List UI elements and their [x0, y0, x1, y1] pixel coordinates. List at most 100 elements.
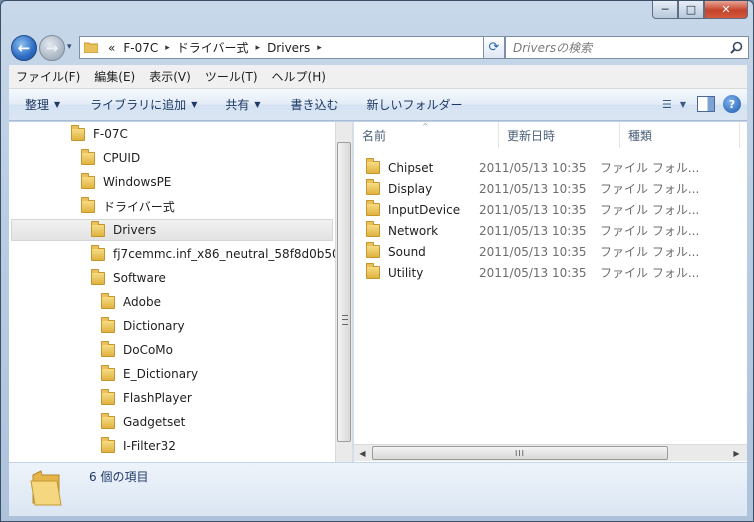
change-view-button[interactable]: ☰ ▼ [659, 94, 689, 114]
menu-bar: ファイル(F) 編集(E) 表示(V) ツール(T) ヘルプ(H) [9, 65, 747, 89]
file-modified: 2011/05/13 10:35 [479, 265, 587, 280]
menu-file[interactable]: ファイル(F) [9, 68, 87, 85]
maximize-button[interactable]: □ [678, 1, 704, 19]
burn-label: 書き込む [290, 98, 339, 112]
tree-item-software[interactable]: Software [91, 267, 166, 289]
tree-item-label: fj7cemmc.inf_x86_neutral_58f8d0b500 [113, 247, 335, 261]
folder-icon [366, 242, 380, 258]
grip-icon [342, 315, 348, 325]
tree-item-cpuid[interactable]: CPUID [81, 147, 140, 169]
tree-item-i-filter32[interactable]: I-Filter32 [101, 435, 176, 457]
tree-item-e-dictionary[interactable]: E_Dictionary [101, 363, 198, 385]
sort-ascending-icon: ^ [422, 122, 429, 131]
column-header-type[interactable]: 種類 [620, 122, 740, 148]
folder-icon [91, 244, 105, 261]
content-area: F-07C CPUID WindowsPE ドライバー式 Drivers fj7… [9, 122, 747, 462]
item-count: 6 個の項目 [89, 470, 149, 484]
tree-item-windowspe[interactable]: WindowsPE [81, 171, 171, 193]
forward-arrow-icon: → [45, 39, 59, 57]
column-header-label: 更新日時 [507, 128, 556, 143]
file-type: ファイル フォル... [600, 224, 700, 238]
tree-item-dictionary[interactable]: Dictionary [101, 315, 185, 337]
back-arrow-icon: ← [17, 39, 31, 57]
folder-icon [91, 220, 105, 237]
breadcrumb-separator-icon[interactable]: ▸ [162, 43, 173, 53]
tree-item-gadgetset[interactable]: Gadgetset [101, 411, 185, 433]
folder-icon [366, 200, 380, 216]
file-row[interactable]: Display 2011/05/13 10:35 ファイル フォル... [366, 178, 736, 199]
breadcrumb-driver-set[interactable]: ドライバー式 [173, 39, 253, 56]
navigation-pane: F-07C CPUID WindowsPE ドライバー式 Drivers fj7… [9, 122, 335, 462]
address-overflow-chevron[interactable]: « [104, 41, 119, 55]
scrollbar-thumb[interactable] [337, 142, 351, 442]
help-icon[interactable]: ? [723, 95, 741, 113]
minimize-button[interactable]: ─ [652, 1, 678, 19]
file-row[interactable]: Sound 2011/05/13 10:35 ファイル フォル... [366, 241, 736, 262]
folder-icon [81, 172, 95, 189]
file-type: ファイル フォル... [600, 245, 700, 259]
back-button[interactable]: ← [11, 35, 37, 61]
tree-item-f07c[interactable]: F-07C [71, 123, 128, 145]
file-modified: 2011/05/13 10:35 [479, 181, 587, 196]
folder-icon [81, 148, 95, 165]
tree-item-adobe[interactable]: Adobe [101, 291, 161, 313]
tree-item-label: F-07C [93, 127, 128, 141]
menu-view[interactable]: 表示(V) [142, 68, 198, 85]
breadcrumb-drivers[interactable]: Drivers [263, 41, 314, 55]
file-row[interactable]: Network 2011/05/13 10:35 ファイル フォル... [366, 220, 736, 241]
folder-icon [84, 42, 98, 53]
menu-tools[interactable]: ツール(T) [198, 68, 265, 85]
minimize-icon: ─ [661, 3, 669, 16]
tree-item-docomo[interactable]: DoCoMo [101, 339, 173, 361]
file-row[interactable]: InputDevice 2011/05/13 10:35 ファイル フォル... [366, 199, 736, 220]
recent-pages-dropdown-icon[interactable]: ▾ [67, 42, 72, 52]
address-bar[interactable]: « F-07C ▸ ドライバー式 ▸ Drivers ▸ ▾ [79, 36, 507, 59]
folder-icon [366, 221, 380, 237]
preview-pane-icon[interactable] [697, 96, 715, 112]
search-input[interactable] [506, 37, 727, 58]
folder-icon [71, 124, 85, 141]
grip-icon: III [514, 448, 526, 458]
tree-item-label: Gadgetset [123, 415, 186, 429]
column-header-modified[interactable]: 更新日時 [499, 122, 620, 148]
menu-help[interactable]: ヘルプ(H) [265, 68, 333, 85]
tree-item-driver-set[interactable]: ドライバー式 [81, 195, 175, 217]
tree-item-drivers[interactable]: Drivers [11, 219, 333, 241]
view-details-icon: ☰ [661, 97, 672, 111]
organize-button[interactable]: 整理 ▼ [9, 96, 70, 113]
dropdown-arrow-icon: ▼ [191, 100, 198, 109]
burn-button[interactable]: 書き込む [271, 96, 349, 113]
folder-icon [81, 196, 95, 213]
tree-item-flashplayer[interactable]: FlashPlayer [101, 387, 192, 409]
file-modified: 2011/05/13 10:35 [479, 223, 587, 238]
breadcrumb-separator-icon[interactable]: ▸ [314, 43, 325, 53]
refresh-icon: ⟳ [488, 40, 500, 55]
add-to-library-button[interactable]: ライブラリに追加 ▼ [70, 96, 207, 113]
file-row[interactable]: Chipset 2011/05/13 10:35 ファイル フォル... [366, 157, 736, 178]
dropdown-arrow-icon: ▼ [54, 100, 61, 109]
navigation-pane-scrollbar[interactable] [335, 122, 352, 462]
tree-item-fj7cemmc[interactable]: fj7cemmc.inf_x86_neutral_58f8d0b500 [91, 243, 335, 265]
file-list-horizontal-scrollbar[interactable]: ◀ III ▶ [354, 444, 747, 461]
file-modified: 2011/05/13 10:35 [479, 160, 587, 175]
file-name: Network [388, 223, 439, 238]
file-type: ファイル フォル... [600, 161, 700, 175]
menu-edit[interactable]: 編集(E) [87, 68, 142, 85]
scroll-right-icon[interactable]: ▶ [728, 445, 745, 462]
file-row[interactable]: Utility 2011/05/13 10:35 ファイル フォル... [366, 262, 736, 283]
tree-item-label: FlashPlayer [123, 391, 192, 405]
refresh-button[interactable]: ⟳ [483, 36, 505, 59]
search-box [505, 36, 749, 59]
new-folder-button[interactable]: 新しいフォルダー [349, 96, 473, 113]
share-button[interactable]: 共有 ▼ [207, 96, 270, 113]
scrollbar-thumb[interactable]: III [372, 446, 668, 460]
dropdown-arrow-icon: ▼ [254, 100, 261, 109]
folder-icon [101, 388, 115, 405]
close-button[interactable]: ✕ [704, 1, 748, 19]
breadcrumb-separator-icon[interactable]: ▸ [253, 43, 264, 53]
breadcrumb-f07c[interactable]: F-07C [119, 41, 162, 55]
search-icon[interactable] [727, 39, 745, 57]
scroll-left-icon[interactable]: ◀ [354, 445, 371, 462]
caption-buttons: ─ □ ✕ [652, 1, 748, 19]
forward-button[interactable]: → [39, 35, 65, 61]
